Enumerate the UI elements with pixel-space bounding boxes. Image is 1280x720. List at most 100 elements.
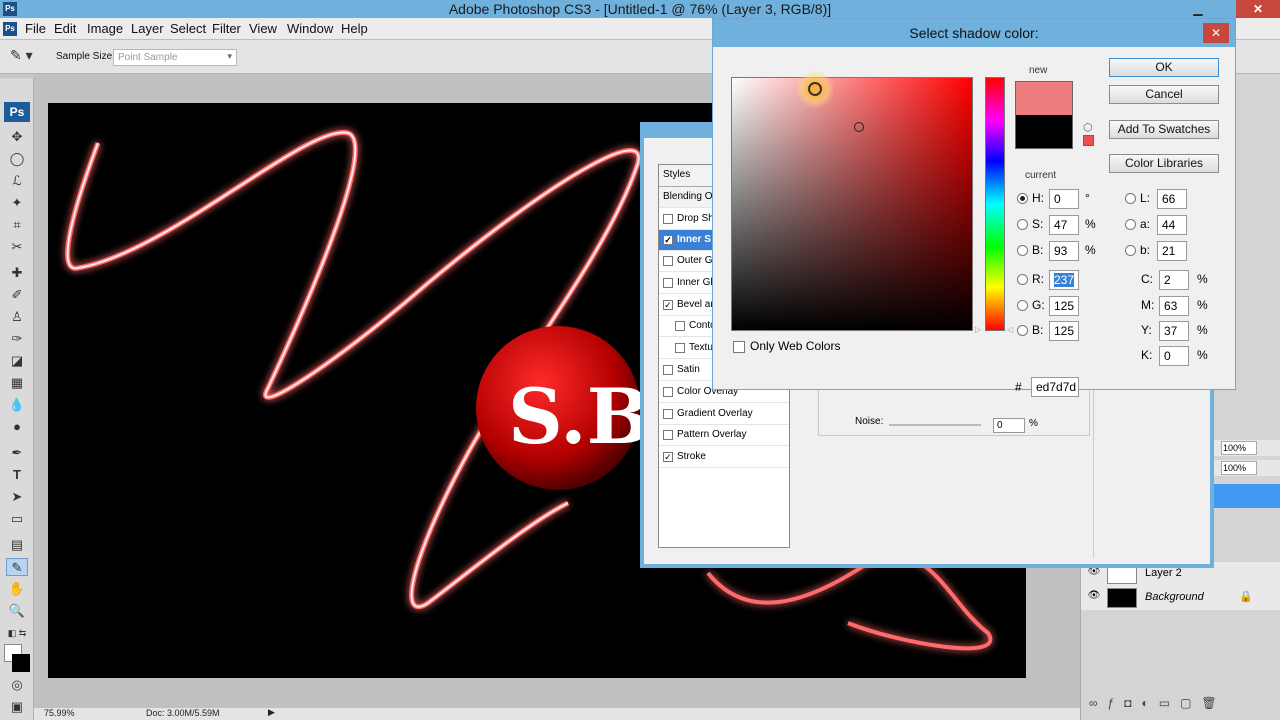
style-item-gradient-overlay[interactable]: Gradient Overlay [659, 404, 789, 425]
hand-tool-icon[interactable]: ✋ [6, 580, 28, 598]
red-input[interactable]: 237 [1049, 270, 1079, 290]
lab-a-input[interactable]: 44 [1157, 215, 1187, 235]
style-item-stroke[interactable]: ✓ Stroke [659, 447, 789, 468]
blur-tool-icon[interactable]: 💧 [6, 396, 28, 414]
notes-tool-icon[interactable]: ▤ [6, 536, 28, 554]
menu-edit[interactable]: Edit [54, 21, 76, 36]
sample-size-select[interactable]: Point Sample ▾ [113, 49, 237, 66]
checkbox[interactable]: ✓ [663, 235, 673, 245]
brush-tool-icon[interactable]: ✐ [6, 286, 28, 304]
history-brush-icon[interactable]: ✑ [6, 330, 28, 348]
eyedropper-tool-preset-icon[interactable]: ✎ ▾ [10, 47, 40, 67]
blue-radio[interactable] [1017, 325, 1028, 336]
saturation-radio[interactable] [1017, 219, 1028, 230]
menu-window[interactable]: Window [287, 21, 333, 36]
visibility-eye-icon[interactable]: 👁 [1087, 590, 1101, 604]
lab-b-radio[interactable] [1125, 245, 1136, 256]
layer-panel-buttons[interactable]: ∞ƒ◘◐▭▢🗑 [1089, 696, 1227, 710]
magic-wand-tool-icon[interactable]: ✦ [6, 194, 28, 212]
yellow-input[interactable]: 37 [1159, 321, 1189, 341]
crop-tool-icon[interactable]: ⌗ [6, 216, 28, 234]
blue-input[interactable]: 125 [1049, 321, 1079, 341]
black-input[interactable]: 0 [1159, 346, 1189, 366]
zoom-tool-icon[interactable]: 🔍 [6, 602, 28, 620]
marquee-tool-icon[interactable]: ◯ [6, 150, 28, 168]
checkbox[interactable] [663, 430, 673, 440]
move-tool-icon[interactable]: ✥ [6, 128, 28, 146]
healing-brush-icon[interactable]: ✚ [6, 264, 28, 282]
menu-view[interactable]: View [249, 21, 277, 36]
layer-row[interactable]: 👁 Background 🔒 [1081, 586, 1280, 610]
gradient-tool-icon[interactable]: ▦ [6, 374, 28, 392]
hue-radio[interactable] [1017, 193, 1028, 204]
shape-tool-icon[interactable]: ▭ [6, 510, 28, 528]
eraser-tool-icon[interactable]: ◪ [6, 352, 28, 370]
hue-slider-arrow-icon[interactable]: ◁ [1007, 325, 1013, 334]
minimize-icon[interactable]: ▁ [1190, 0, 1206, 18]
slice-tool-icon[interactable]: ✂ [6, 238, 28, 256]
fill-value[interactable]: 100% [1221, 461, 1257, 475]
web-safe-color-swatch[interactable] [1083, 135, 1094, 146]
type-tool-icon[interactable]: T [6, 466, 28, 484]
brightness-radio[interactable] [1017, 245, 1028, 256]
color-field[interactable] [731, 77, 973, 331]
add-to-swatches-button[interactable]: Add To Swatches [1109, 120, 1219, 139]
checkbox[interactable] [663, 278, 673, 288]
checkbox[interactable] [675, 321, 685, 331]
green-input[interactable]: 125 [1049, 296, 1079, 316]
noise-input[interactable]: 0 [993, 418, 1025, 433]
checkbox[interactable]: ✓ [663, 300, 673, 310]
brightness-input[interactable]: 93 [1049, 241, 1079, 261]
menu-file[interactable]: File [25, 21, 46, 36]
hue-slider[interactable] [985, 77, 1005, 331]
pen-tool-icon[interactable]: ✒ [6, 444, 28, 462]
cancel-button[interactable]: Cancel [1109, 85, 1219, 104]
eyedropper-tool-icon[interactable]: ✎ [6, 558, 28, 576]
menu-image[interactable]: Image [87, 21, 123, 36]
menu-filter[interactable]: Filter [212, 21, 241, 36]
lab-l-input[interactable]: 66 [1157, 189, 1187, 209]
green-radio[interactable] [1017, 300, 1028, 311]
lab-l-radio[interactable] [1125, 193, 1136, 204]
hue-input[interactable]: 0 [1049, 189, 1079, 209]
web-safe-cube-icon[interactable]: ⬡ [1083, 121, 1093, 134]
zoom-level[interactable]: 75.99% [44, 708, 75, 718]
quick-mask-icon[interactable]: ◎ [6, 676, 28, 694]
opacity-value[interactable]: 100% [1221, 441, 1257, 455]
dodge-tool-icon[interactable]: ● [6, 418, 28, 436]
color-libraries-button[interactable]: Color Libraries [1109, 154, 1219, 173]
menu-help[interactable]: Help [341, 21, 368, 36]
red-radio[interactable] [1017, 274, 1028, 285]
status-menu-arrow-icon[interactable]: ▶ [268, 707, 275, 718]
background-color-swatch[interactable] [12, 654, 30, 672]
checkbox[interactable]: ✓ [663, 452, 673, 462]
path-selection-icon[interactable]: ➤ [6, 488, 28, 506]
screen-mode-icon[interactable]: ▣ [6, 698, 28, 716]
style-item-pattern-overlay[interactable]: Pattern Overlay [659, 425, 789, 446]
only-web-colors-checkbox[interactable]: Only Web Colors [733, 339, 840, 353]
menu-select[interactable]: Select [170, 21, 206, 36]
ok-button[interactable]: OK [1109, 58, 1219, 77]
checkbox[interactable] [663, 409, 673, 419]
hue-slider-arrow-icon[interactable]: ▷ [975, 325, 981, 334]
close-dialog-button[interactable]: ✕ [1203, 23, 1229, 43]
lab-a-radio[interactable] [1125, 219, 1136, 230]
checkbox[interactable] [663, 365, 673, 375]
ps-menu-icon[interactable]: Ps [3, 22, 17, 36]
cyan-input[interactable]: 2 [1159, 270, 1189, 290]
checkbox-box[interactable] [733, 340, 745, 353]
close-window-button[interactable]: ✕ [1236, 0, 1280, 18]
current-color-swatch[interactable] [1015, 115, 1073, 149]
checkbox[interactable] [663, 387, 673, 397]
checkbox[interactable] [663, 214, 673, 224]
checkbox[interactable] [675, 343, 685, 353]
saturation-input[interactable]: 47 [1049, 215, 1079, 235]
clone-stamp-icon[interactable]: ♙ [6, 308, 28, 326]
color-field-cursor[interactable] [854, 122, 864, 132]
checkbox[interactable] [663, 256, 673, 266]
noise-slider[interactable] [889, 424, 981, 426]
menu-layer[interactable]: Layer [131, 21, 164, 36]
lasso-tool-icon[interactable]: ℒ [6, 172, 28, 190]
visibility-eye-icon[interactable]: 👁 [1087, 566, 1101, 580]
lab-b-input[interactable]: 21 [1157, 241, 1187, 261]
